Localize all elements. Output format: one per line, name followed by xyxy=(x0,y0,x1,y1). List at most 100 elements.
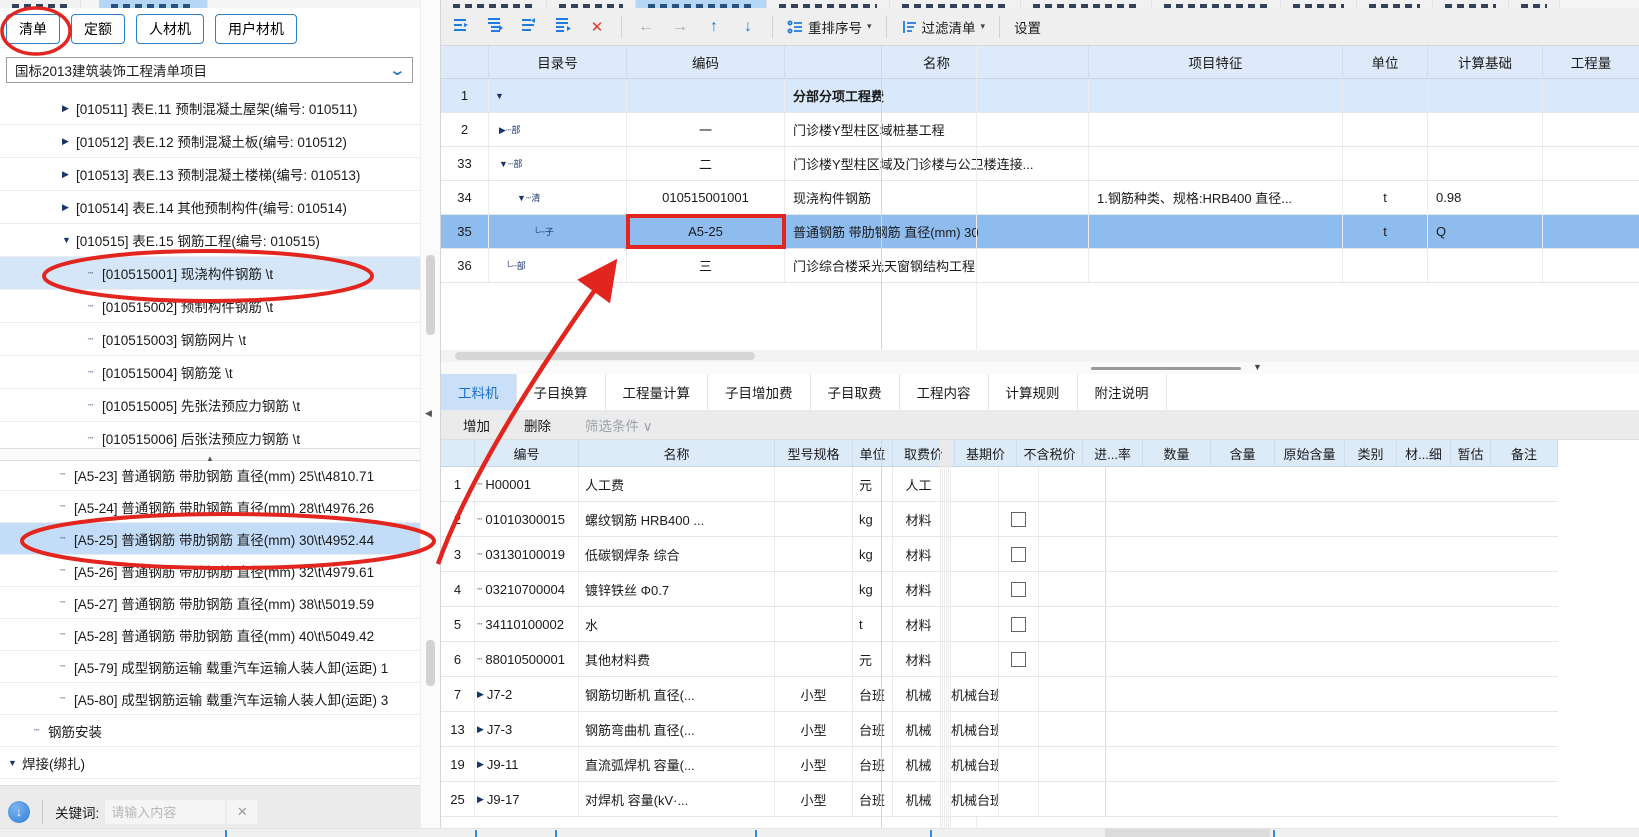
tab-stub-active[interactable] xyxy=(636,0,767,8)
tab-stub[interactable] xyxy=(1357,0,1433,8)
tab-gongchengliang[interactable]: 工程量计算 xyxy=(606,374,709,410)
table-row[interactable]: 35└┄子A5-25普通钢筋 带肋钢筋 直径(mm) 30tQ0.98 xyxy=(441,215,1639,249)
tree-item[interactable]: ▶[010513] 表E.13 预制混凝土楼梯(编号: 010513) xyxy=(0,158,420,191)
indent-row-icon[interactable] xyxy=(553,17,573,36)
outdent-row-icon[interactable] xyxy=(519,17,539,36)
tree-item[interactable]: ┄[010515003] 钢筋网片 \t xyxy=(0,323,420,356)
tab-stub[interactable] xyxy=(0,0,81,8)
scrollbar-thumb[interactable] xyxy=(426,640,435,686)
tab-gongchengneirong[interactable]: 工程内容 xyxy=(900,374,989,410)
table-row[interactable]: 25▶J9-17对焊机 容量(kV·...小型台班30.9130.930.90.… xyxy=(441,782,1558,817)
tree-item[interactable]: ▶[010512] 表E.12 预制混凝土板(编号: 010512) xyxy=(0,125,420,158)
tree-item[interactable]: ┄[A5-79] 成型钢筋运输 载重汽车运输人装人卸(运距) 1 xyxy=(0,651,420,683)
insert-child-icon[interactable] xyxy=(485,17,505,36)
tree-item[interactable]: ▶[010511] 表E.11 预制混凝土屋架(编号: 010511) xyxy=(0,92,420,125)
tab-stub[interactable] xyxy=(1021,0,1152,8)
tree-item[interactable]: ▼焊接(绑扎) xyxy=(0,747,420,779)
tree-item[interactable]: ┄[A5-26] 普通钢筋 带肋钢筋 直径(mm) 32\t\4979.61 xyxy=(0,555,420,587)
tree-item[interactable]: ┄[A5-24] 普通钢筋 带肋钢筋 直径(mm) 28\t\4976.26 xyxy=(0,491,420,523)
table-row[interactable]: 1┄H00001人工费元111455.98465.29465.29人工 xyxy=(441,467,1558,502)
table-row[interactable]: 2▶┄部一门诊楼Y型柱区域桩基工程- xyxy=(441,113,1639,147)
tree-expand-icon[interactable]: ▶ xyxy=(62,103,76,114)
tab-gongliaoji[interactable]: 工料机 xyxy=(441,374,517,410)
standard-dropdown[interactable]: 国标2013建筑装饰工程清单项目 ⌄ xyxy=(6,57,413,83)
tree-item[interactable]: ┄钢筋安装 xyxy=(0,715,420,747)
tab-stub-active[interactable] xyxy=(99,0,208,8)
splitter-handle[interactable] xyxy=(1091,367,1241,370)
tree-item[interactable]: ▶[010514] 表E.14 其他预制构件(编号: 010514) xyxy=(0,191,420,224)
tree-expand-icon[interactable]: ▶ xyxy=(477,724,484,735)
tree-item[interactable]: ▼[010515] 表E.15 钢筋工程(编号: 010515) xyxy=(0,224,420,257)
table-row[interactable]: 3┄03130100019低碳钢焊条 综合kg6.026.02612.9511.… xyxy=(441,537,1558,572)
move-up-icon[interactable]: ↑ xyxy=(704,18,724,36)
move-down-icon[interactable]: ↓ xyxy=(738,18,758,36)
insert-row-icon[interactable] xyxy=(451,17,471,36)
settings-button[interactable]: 设置 xyxy=(1014,17,1041,37)
tree-item[interactable]: ┄[A5-23] 普通钢筋 带肋钢筋 直径(mm) 25\t\4810.71 xyxy=(0,459,420,491)
scrollbar-thumb[interactable] xyxy=(426,255,435,335)
scrollbar-thumb[interactable] xyxy=(455,352,755,360)
tab-stub[interactable] xyxy=(1281,0,1357,8)
checkbox-unchecked[interactable] xyxy=(1011,617,1026,632)
checkbox-unchecked[interactable] xyxy=(1011,512,1026,527)
reorder-button[interactable]: 重排序号 ▾ xyxy=(787,17,872,37)
table-row[interactable]: 13▶J7-3钢筋弯曲机 直径(...小型台班29.2429.2429.240.… xyxy=(441,712,1558,747)
tab-stub[interactable] xyxy=(1433,0,1509,8)
qingdan-button[interactable]: 清单 xyxy=(6,14,60,44)
tab-stub[interactable] xyxy=(547,0,636,8)
checkbox-unchecked[interactable] xyxy=(1011,582,1026,597)
tab-stub[interactable] xyxy=(1152,0,1281,8)
tree-item[interactable]: ┄[A5-25] 普通钢筋 带肋钢筋 直径(mm) 30\t\4952.44 xyxy=(0,523,420,555)
tree-item[interactable]: ┄[010515001] 现浇构件钢筋 \t xyxy=(0,257,420,290)
tab-stub[interactable] xyxy=(1509,0,1560,8)
tab-stub[interactable] xyxy=(767,0,890,8)
table-row[interactable]: 6┄88010500001其他材料费元11112.95126.43129.011… xyxy=(441,642,1558,677)
tree-item[interactable]: ┄[010515004] 钢筋笼 \t xyxy=(0,356,420,389)
tab-jisuanguize[interactable]: 计算规则 xyxy=(989,374,1078,410)
tab-zimuhuansuan[interactable]: 子目换算 xyxy=(517,374,606,410)
clear-search-icon[interactable]: ✕ xyxy=(227,800,257,824)
tree-collapse-icon[interactable]: ▼ xyxy=(62,235,76,245)
scroll-down-circle-icon[interactable]: ↓ xyxy=(8,801,30,823)
tab-stub[interactable] xyxy=(441,0,547,8)
tree-expand-icon[interactable]: ▶ xyxy=(477,794,484,805)
table-row[interactable]: 5┄34110100002水t4.394.394.3330.1180.120.1… xyxy=(441,607,1558,642)
tree-item[interactable]: ┄[010515002] 预制构件钢筋 \t xyxy=(0,290,420,323)
rencaiji-button[interactable]: 人材机 xyxy=(136,14,204,44)
filter-list-button[interactable]: 过滤清单 ▾ xyxy=(901,17,986,37)
collapse-left-icon[interactable]: ◀ xyxy=(425,408,432,419)
delete-row-icon[interactable]: ✕ xyxy=(587,18,607,36)
table-row[interactable]: 34▼┄清010515001001现浇构件钢筋1.钢筋种类、规格:HRB400 … xyxy=(441,181,1639,215)
delete-button[interactable]: 删除 xyxy=(524,415,551,435)
keyword-input[interactable] xyxy=(105,800,225,824)
table-row[interactable]: 2┄01010300015螺纹钢筋 HRB400 ...kg4.124.124.… xyxy=(441,502,1558,537)
table-row[interactable]: 36└┄部三门诊综合楼采光天窗钢结构工程- xyxy=(441,249,1639,283)
table-row[interactable]: 33▼┄部二门诊楼Y型柱区域及门诊楼与公卫楼连接...- xyxy=(441,147,1639,181)
tab-zimuzengjiafei[interactable]: 子目增加费 xyxy=(708,374,811,410)
user-material-button[interactable]: 用户材机 xyxy=(215,14,297,44)
table-row[interactable]: 1▼分部分项工程费- xyxy=(441,79,1639,113)
filter-condition-button[interactable]: 筛选条件 ∨ xyxy=(585,415,653,435)
tree-item[interactable]: ┄[010515005] 先张法预应力钢筋 \t xyxy=(0,389,420,422)
table-row[interactable]: 19▶J9-11直流弧焊机 容量(...小型台班101.82101.82101.… xyxy=(441,747,1558,782)
forward-arrow-icon[interactable]: → xyxy=(670,18,690,36)
tree-expand-icon[interactable]: ▶ xyxy=(477,689,484,700)
add-button[interactable]: 增加 xyxy=(463,415,490,435)
tree-collapse-icon[interactable]: ▼ xyxy=(8,758,22,768)
tree-item[interactable]: ┄[A5-80] 成型钢筋运输 载重汽车运输人装人卸(运距) 3 xyxy=(0,683,420,715)
tree-item[interactable]: ┄[A5-28] 普通钢筋 带肋钢筋 直径(mm) 40\t\5049.42 xyxy=(0,619,420,651)
checkbox-unchecked[interactable] xyxy=(1011,652,1026,667)
tab-fuzhushuoming[interactable]: 附注说明 xyxy=(1078,374,1167,410)
tree-expand-icon[interactable]: ▶ xyxy=(62,169,76,180)
table-row[interactable]: 7▶J7-2钢筋切断机 直径(...小型台班47.7947.7947.790.0… xyxy=(441,677,1558,712)
tree-expand-icon[interactable]: ▶ xyxy=(477,759,484,770)
tree-expand-icon[interactable]: ▶ xyxy=(62,202,76,213)
tree-expand-icon[interactable]: ▶ xyxy=(62,136,76,147)
checkbox-unchecked[interactable] xyxy=(1011,547,1026,562)
tab-stub[interactable] xyxy=(890,0,1021,8)
table-row[interactable]: 4┄03210700004镀锌铁丝 Φ0.7kg5.355.355.3512.9… xyxy=(441,572,1558,607)
tree-item[interactable]: ┄[A5-27] 普通钢筋 带肋钢筋 直径(mm) 38\t\5019.59 xyxy=(0,587,420,619)
back-arrow-icon[interactable]: ← xyxy=(636,18,656,36)
tab-zimuqufei[interactable]: 子目取费 xyxy=(811,374,900,410)
dinge-button[interactable]: 定额 xyxy=(71,14,125,44)
